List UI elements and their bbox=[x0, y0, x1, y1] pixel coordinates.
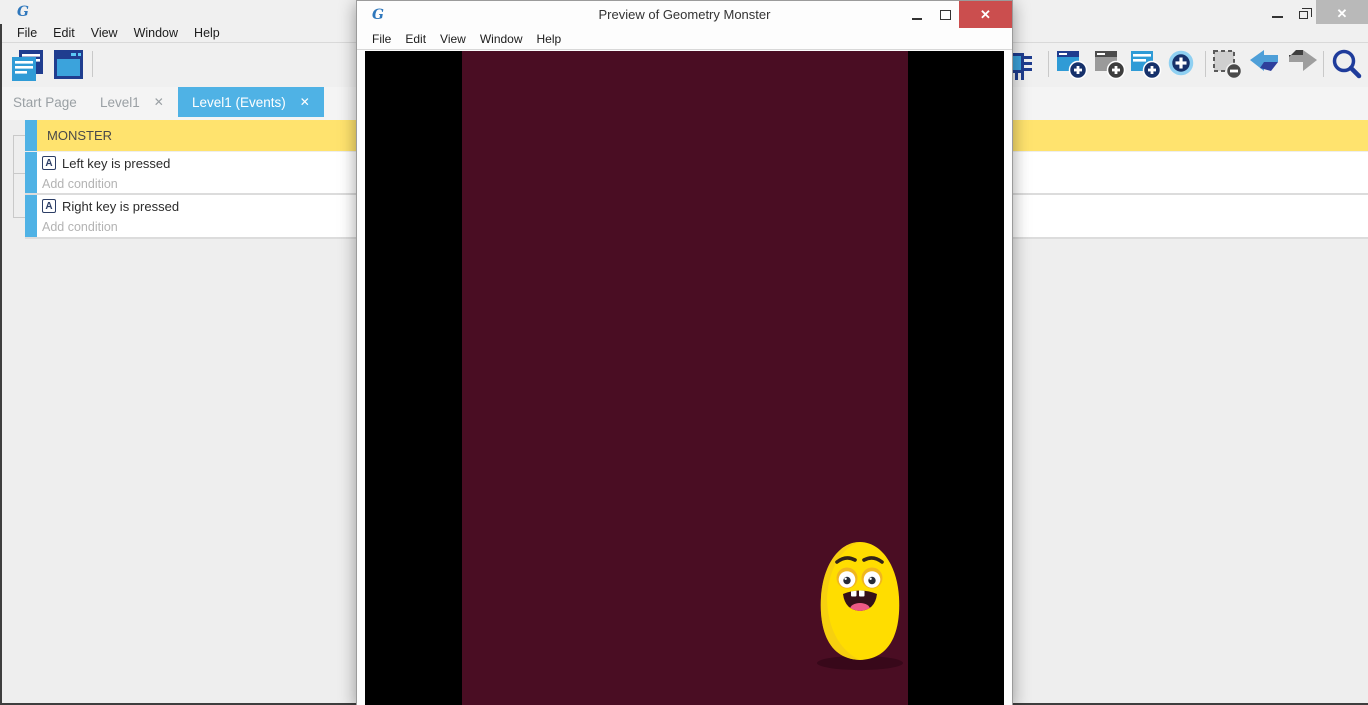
tab-label: Level1 (Events) bbox=[192, 95, 286, 110]
close-tab-icon[interactable]: ✕ bbox=[154, 95, 164, 109]
preview-close-button[interactable]: ✕ bbox=[959, 1, 1012, 28]
add-event-other-button[interactable] bbox=[1166, 48, 1198, 80]
menu-help[interactable]: Help bbox=[186, 26, 228, 40]
close-icon: ✕ bbox=[980, 7, 991, 23]
close-icon: ✕ bbox=[1337, 6, 1348, 22]
preview-maximize-button[interactable] bbox=[931, 1, 959, 28]
menu-help[interactable]: Help bbox=[530, 32, 569, 46]
monster-character bbox=[814, 540, 906, 670]
scene-window-icon[interactable] bbox=[52, 48, 86, 82]
menu-edit[interactable]: Edit bbox=[398, 32, 433, 46]
event-selection-bar[interactable] bbox=[25, 152, 37, 193]
undo-button[interactable] bbox=[1248, 48, 1281, 80]
restore-icon bbox=[1299, 11, 1308, 19]
game-viewport[interactable] bbox=[365, 51, 1004, 705]
preview-minimize-button[interactable] bbox=[903, 1, 931, 28]
add-event-button[interactable] bbox=[1056, 48, 1088, 80]
toolbar-separator bbox=[1205, 51, 1206, 77]
maximize-icon bbox=[940, 10, 951, 20]
keyboard-key-icon: A bbox=[42, 199, 56, 213]
menu-view[interactable]: View bbox=[83, 26, 126, 40]
close-button[interactable]: ✕ bbox=[1316, 0, 1368, 27]
game-stage bbox=[462, 51, 908, 705]
minimize-button[interactable] bbox=[1264, 0, 1290, 27]
menu-edit[interactable]: Edit bbox=[45, 26, 83, 40]
preview-menubar: File Edit View Window Help bbox=[357, 29, 1012, 50]
gdevelop-logo-icon: G bbox=[15, 4, 31, 20]
tree-guide bbox=[13, 217, 25, 218]
preview-window: G Preview of Geometry Monster ✕ File Edi… bbox=[356, 0, 1013, 705]
keyboard-key-icon: A bbox=[42, 156, 56, 170]
minimize-icon bbox=[912, 18, 922, 20]
tab-level1[interactable]: Level1 ✕ bbox=[100, 87, 164, 117]
tab-level1-events[interactable]: Level1 (Events) ✕ bbox=[178, 87, 324, 117]
toolbar-separator bbox=[1048, 51, 1049, 77]
event-selection-bar[interactable] bbox=[25, 195, 37, 237]
tab-start-page[interactable]: Start Page bbox=[13, 87, 77, 117]
menu-view[interactable]: View bbox=[433, 32, 473, 46]
condition-text: Left key is pressed bbox=[62, 156, 170, 171]
restore-button[interactable] bbox=[1290, 0, 1316, 27]
comment-text: MONSTER bbox=[47, 128, 112, 143]
redo-button[interactable] bbox=[1286, 48, 1319, 80]
event-selection-bar[interactable] bbox=[25, 120, 37, 151]
condition-text: Right key is pressed bbox=[62, 199, 179, 214]
preview-titlebar: G Preview of Geometry Monster ✕ bbox=[357, 1, 1012, 29]
delete-event-button[interactable] bbox=[1211, 48, 1243, 80]
search-button[interactable] bbox=[1330, 48, 1363, 81]
add-comment-button[interactable] bbox=[1130, 48, 1162, 80]
window-border bbox=[0, 24, 2, 705]
events-sheet-icon[interactable] bbox=[10, 48, 46, 84]
menu-window[interactable]: Window bbox=[126, 26, 186, 40]
tab-label: Level1 bbox=[100, 95, 140, 110]
tab-label: Start Page bbox=[13, 95, 77, 110]
tree-guide bbox=[13, 135, 14, 217]
tree-guide bbox=[13, 173, 25, 174]
add-subevent-button[interactable] bbox=[1094, 48, 1126, 80]
toolbar-separator bbox=[1323, 51, 1324, 77]
menu-file[interactable]: File bbox=[9, 26, 45, 40]
close-tab-icon[interactable]: ✕ bbox=[300, 95, 310, 109]
minimize-icon bbox=[1272, 16, 1283, 18]
toolbar-separator bbox=[92, 51, 93, 77]
tree-guide bbox=[13, 135, 25, 136]
menu-window[interactable]: Window bbox=[473, 32, 530, 46]
menu-file[interactable]: File bbox=[365, 32, 398, 46]
